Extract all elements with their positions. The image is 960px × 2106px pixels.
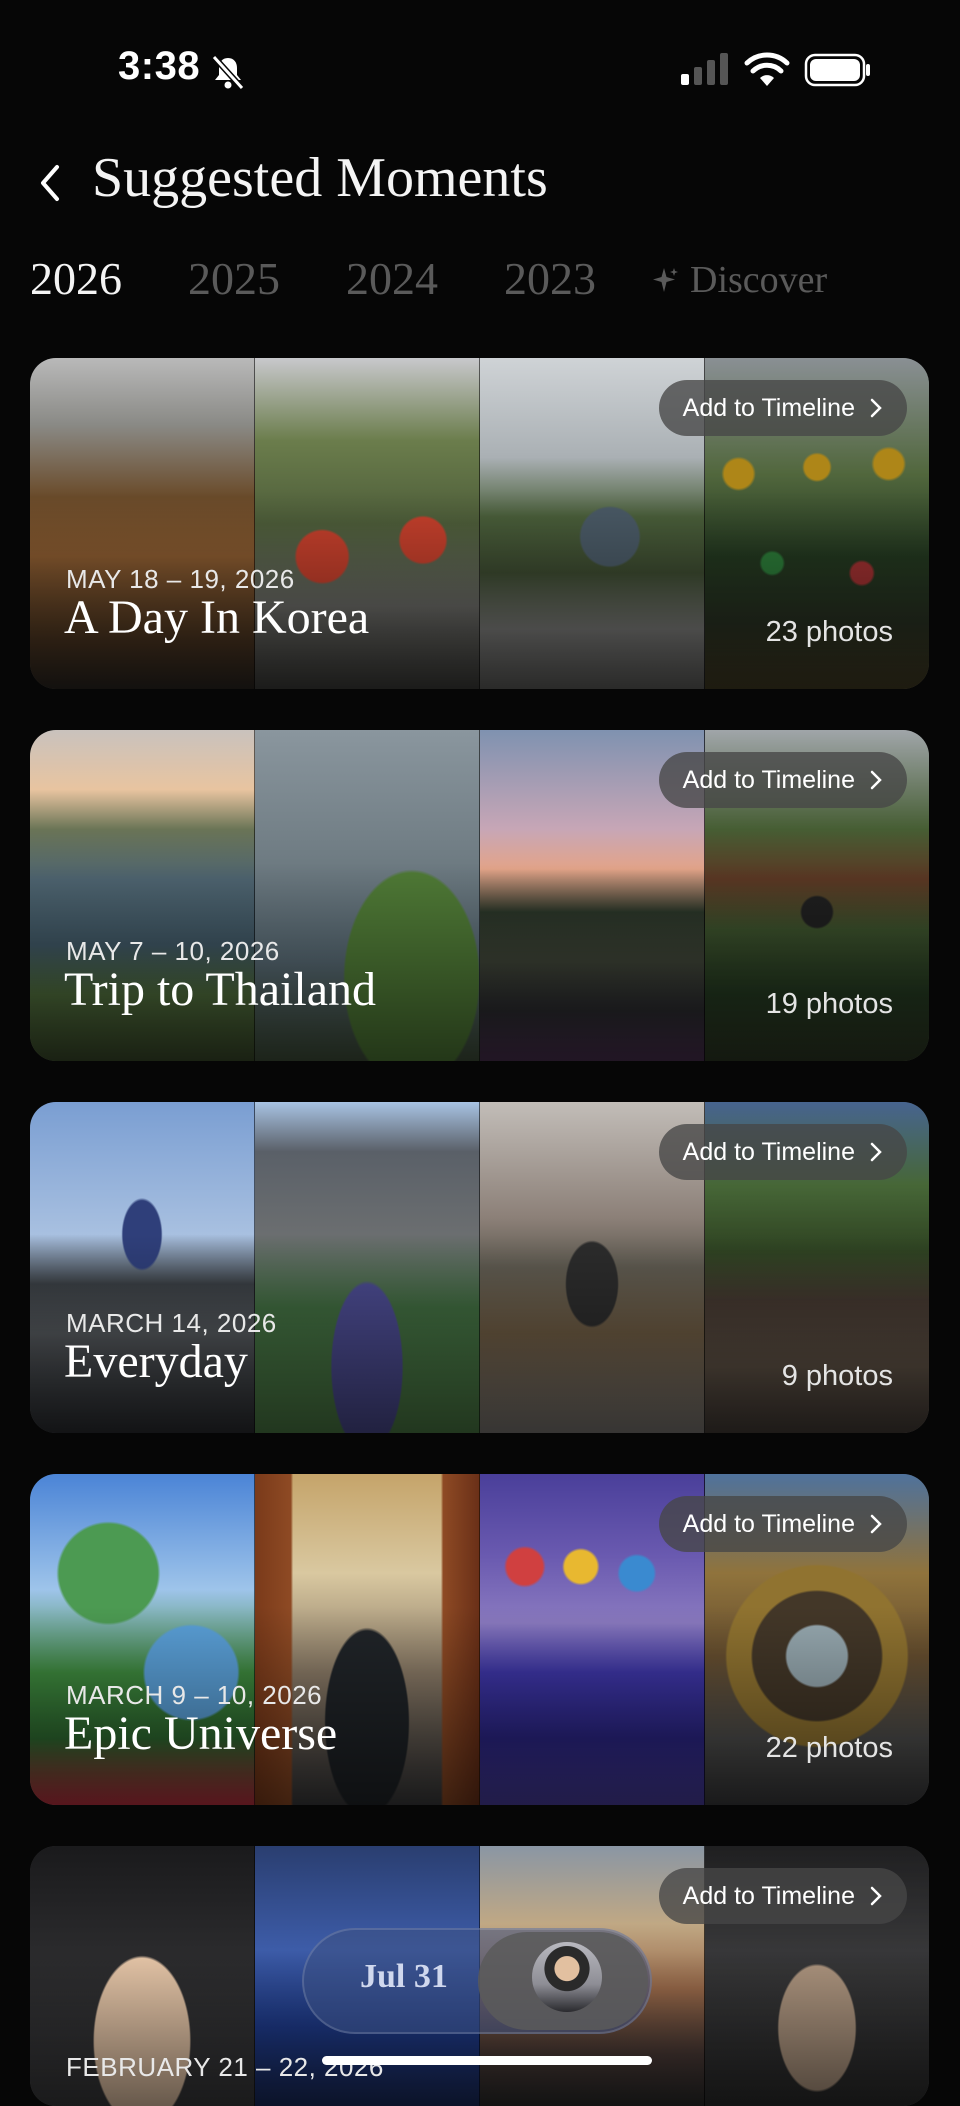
photo-count: 22 photos xyxy=(765,1732,893,1764)
moment-title: A Day In Korea xyxy=(64,591,370,644)
chevron-right-icon xyxy=(870,770,882,790)
tab-2024[interactable]: 2024 xyxy=(346,252,438,305)
moment-title: Trip to Thailand xyxy=(64,963,377,1016)
add-to-timeline-label: Add to Timeline xyxy=(682,393,855,422)
add-to-timeline-button[interactable]: Add to Timeline xyxy=(658,1868,907,1924)
add-to-timeline-button[interactable]: Add to Timeline xyxy=(658,752,907,808)
back-chevron-icon[interactable] xyxy=(30,158,70,208)
battery-icon xyxy=(804,53,870,87)
status-time: 3:38 xyxy=(118,44,201,88)
add-to-timeline-label: Add to Timeline xyxy=(682,1137,855,1166)
moment-title: Everyday xyxy=(64,1335,248,1388)
photo-count: 9 photos xyxy=(781,1360,893,1392)
sparkle-icon xyxy=(653,268,678,292)
add-to-timeline-label: Add to Timeline xyxy=(682,1509,855,1538)
moment-card[interactable]: Add to Timeline MARCH 14, 2026 Everyday … xyxy=(30,1102,929,1433)
tab-2023[interactable]: 2023 xyxy=(504,252,596,305)
add-to-timeline-label: Add to Timeline xyxy=(682,765,855,794)
chevron-right-icon xyxy=(870,1514,882,1534)
tab-discover[interactable]: Discover xyxy=(652,258,827,302)
add-to-timeline-button[interactable]: Add to Timeline xyxy=(658,380,907,436)
bell-slash-icon xyxy=(211,54,245,91)
scrubber-thumb[interactable] xyxy=(478,1932,648,2030)
chevron-right-icon xyxy=(870,1142,882,1162)
add-to-timeline-button[interactable]: Add to Timeline xyxy=(658,1124,907,1180)
moment-card[interactable]: Add to Timeline MAY 18 – 19, 2026 A Day … xyxy=(30,358,929,689)
moment-card[interactable]: Add to Timeline MAY 7 – 10, 2026 Trip to… xyxy=(30,730,929,1061)
avatar xyxy=(532,1942,602,2012)
status-bar: 3:38 xyxy=(0,0,960,140)
tab-discover-label: Discover xyxy=(690,259,828,301)
add-to-timeline-button[interactable]: Add to Timeline xyxy=(658,1496,907,1552)
moment-card[interactable]: Add to Timeline MARCH 9 – 10, 2026 Epic … xyxy=(30,1474,929,1805)
moment-title: Epic Universe xyxy=(64,1707,338,1760)
home-indicator[interactable] xyxy=(322,2056,652,2065)
photo-count: 19 photos xyxy=(765,988,893,1020)
signal-icon xyxy=(681,53,728,85)
add-to-timeline-label: Add to Timeline xyxy=(682,1881,855,1910)
wifi-icon xyxy=(744,52,790,86)
tab-2025[interactable]: 2025 xyxy=(188,252,280,305)
photo-count: 23 photos xyxy=(765,616,893,648)
scrubber-date: Jul 31 xyxy=(360,1958,448,1995)
page-title: Suggested Moments xyxy=(92,147,548,209)
chevron-right-icon xyxy=(870,398,882,418)
chevron-right-icon xyxy=(870,1886,882,1906)
timeline-scrubber[interactable]: Jul 31 xyxy=(302,1928,652,2034)
tab-2026[interactable]: 2026 xyxy=(30,252,122,305)
